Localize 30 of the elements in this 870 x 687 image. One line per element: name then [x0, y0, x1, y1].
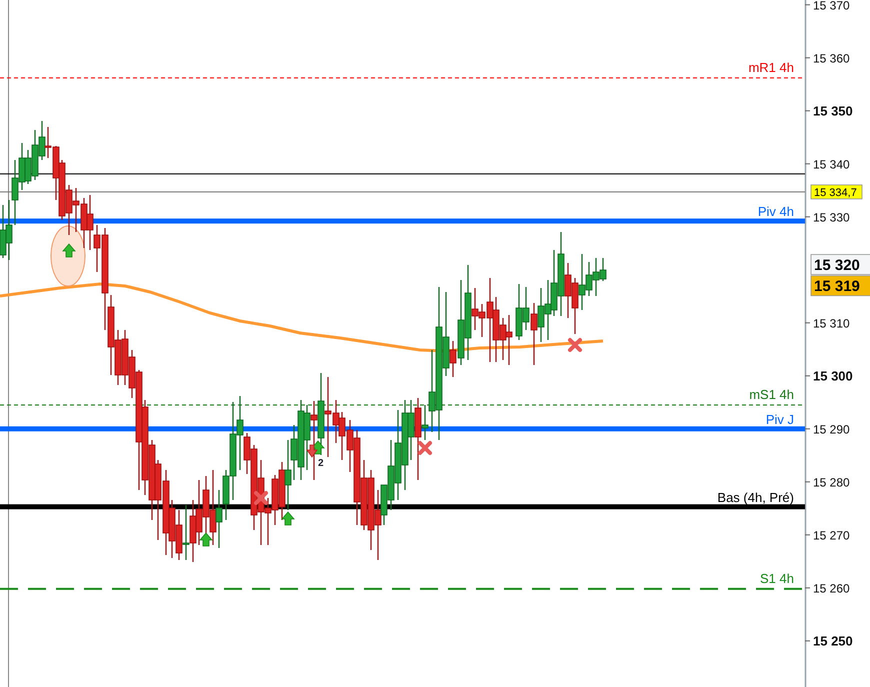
- cross-icon: [254, 491, 268, 505]
- marker-label: 2: [318, 458, 324, 469]
- up-arrow-icon: [199, 532, 213, 546]
- cross-icon: [418, 441, 432, 455]
- cross-icon: [568, 338, 582, 352]
- up-arrow-icon: [62, 243, 76, 258]
- axis-tick-label: 15 340: [813, 157, 850, 172]
- price-badge: 15 334,7: [810, 184, 862, 200]
- axis-tick-label: 15 280: [813, 475, 850, 490]
- down-arrow-icon: [306, 444, 318, 458]
- level-label: S1 4h: [760, 570, 794, 586]
- axis-tick-label: 15 310: [813, 316, 850, 330]
- axis-tick-label: 15 350: [813, 103, 853, 118]
- level-label: Piv 4h: [758, 204, 794, 220]
- level-label: mS1 4h: [749, 387, 794, 402]
- axis-tick-label: 15 300: [813, 368, 853, 384]
- price-badge: 15 320: [810, 254, 870, 275]
- axis-tick-label: 15 290: [813, 422, 850, 436]
- price-badge: 15 319: [810, 275, 870, 296]
- axis-tick-label: 15 360: [813, 51, 850, 66]
- axis-tick-label: 15 270: [813, 528, 850, 542]
- level-label: Piv J: [766, 412, 794, 427]
- axis-tick-label: 15 330: [813, 210, 850, 224]
- level-label: mR1 4h: [748, 60, 794, 75]
- axis-tick-label: 15 370: [813, 0, 850, 12]
- up-arrow-icon: [281, 511, 295, 526]
- level-label: Bas (4h, Pré): [717, 490, 794, 505]
- axis-tick-label: 15 260: [813, 581, 850, 596]
- axis-tick-label: 15 250: [813, 633, 853, 648]
- highlight-ellipse: [50, 226, 86, 286]
